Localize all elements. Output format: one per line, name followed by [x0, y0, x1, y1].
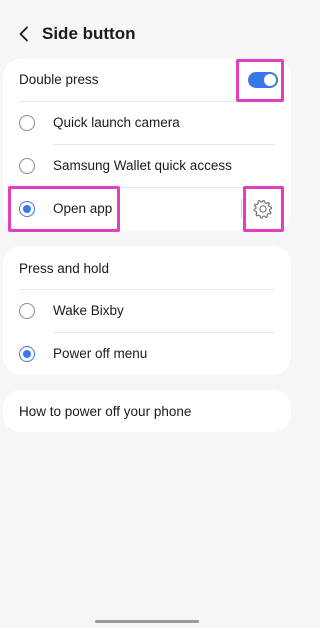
radio-power-off-menu[interactable] — [19, 346, 35, 362]
page-title: Side button — [42, 24, 136, 43]
header: Side button — [0, 0, 294, 60]
option-quick-launch-camera[interactable]: Quick launch camera — [3, 102, 291, 144]
press-and-hold-title: Press and hold — [19, 261, 110, 276]
back-button[interactable] — [14, 24, 34, 44]
option-label: Wake Bixby — [53, 303, 124, 318]
option-wake-bixby[interactable]: Wake Bixby — [3, 290, 291, 332]
vertical-separator — [241, 199, 242, 219]
option-power-off-menu[interactable]: Power off menu — [3, 333, 291, 375]
option-label: Power off menu — [53, 346, 148, 361]
press-and-hold-header: Press and hold — [3, 246, 291, 289]
help-link-card[interactable]: How to power off your phone — [3, 390, 291, 432]
option-samsung-wallet[interactable]: Samsung Wallet quick access — [3, 145, 291, 187]
radio-wake-bixby[interactable] — [19, 303, 35, 319]
highlight-open-app — [8, 186, 120, 232]
highlight-settings — [243, 186, 284, 232]
home-indicator — [95, 620, 199, 623]
option-label: Quick launch camera — [53, 115, 180, 130]
radio-samsung-wallet[interactable] — [19, 158, 35, 174]
help-link[interactable]: How to power off your phone — [19, 403, 191, 421]
radio-quick-launch-camera[interactable] — [19, 115, 35, 131]
press-and-hold-card: Press and hold Wake Bixby Power off menu — [3, 246, 291, 375]
highlight-toggle — [236, 59, 284, 102]
double-press-title: Double press — [19, 72, 99, 87]
option-label: Samsung Wallet quick access — [53, 158, 232, 173]
chevron-left-icon — [19, 26, 28, 42]
